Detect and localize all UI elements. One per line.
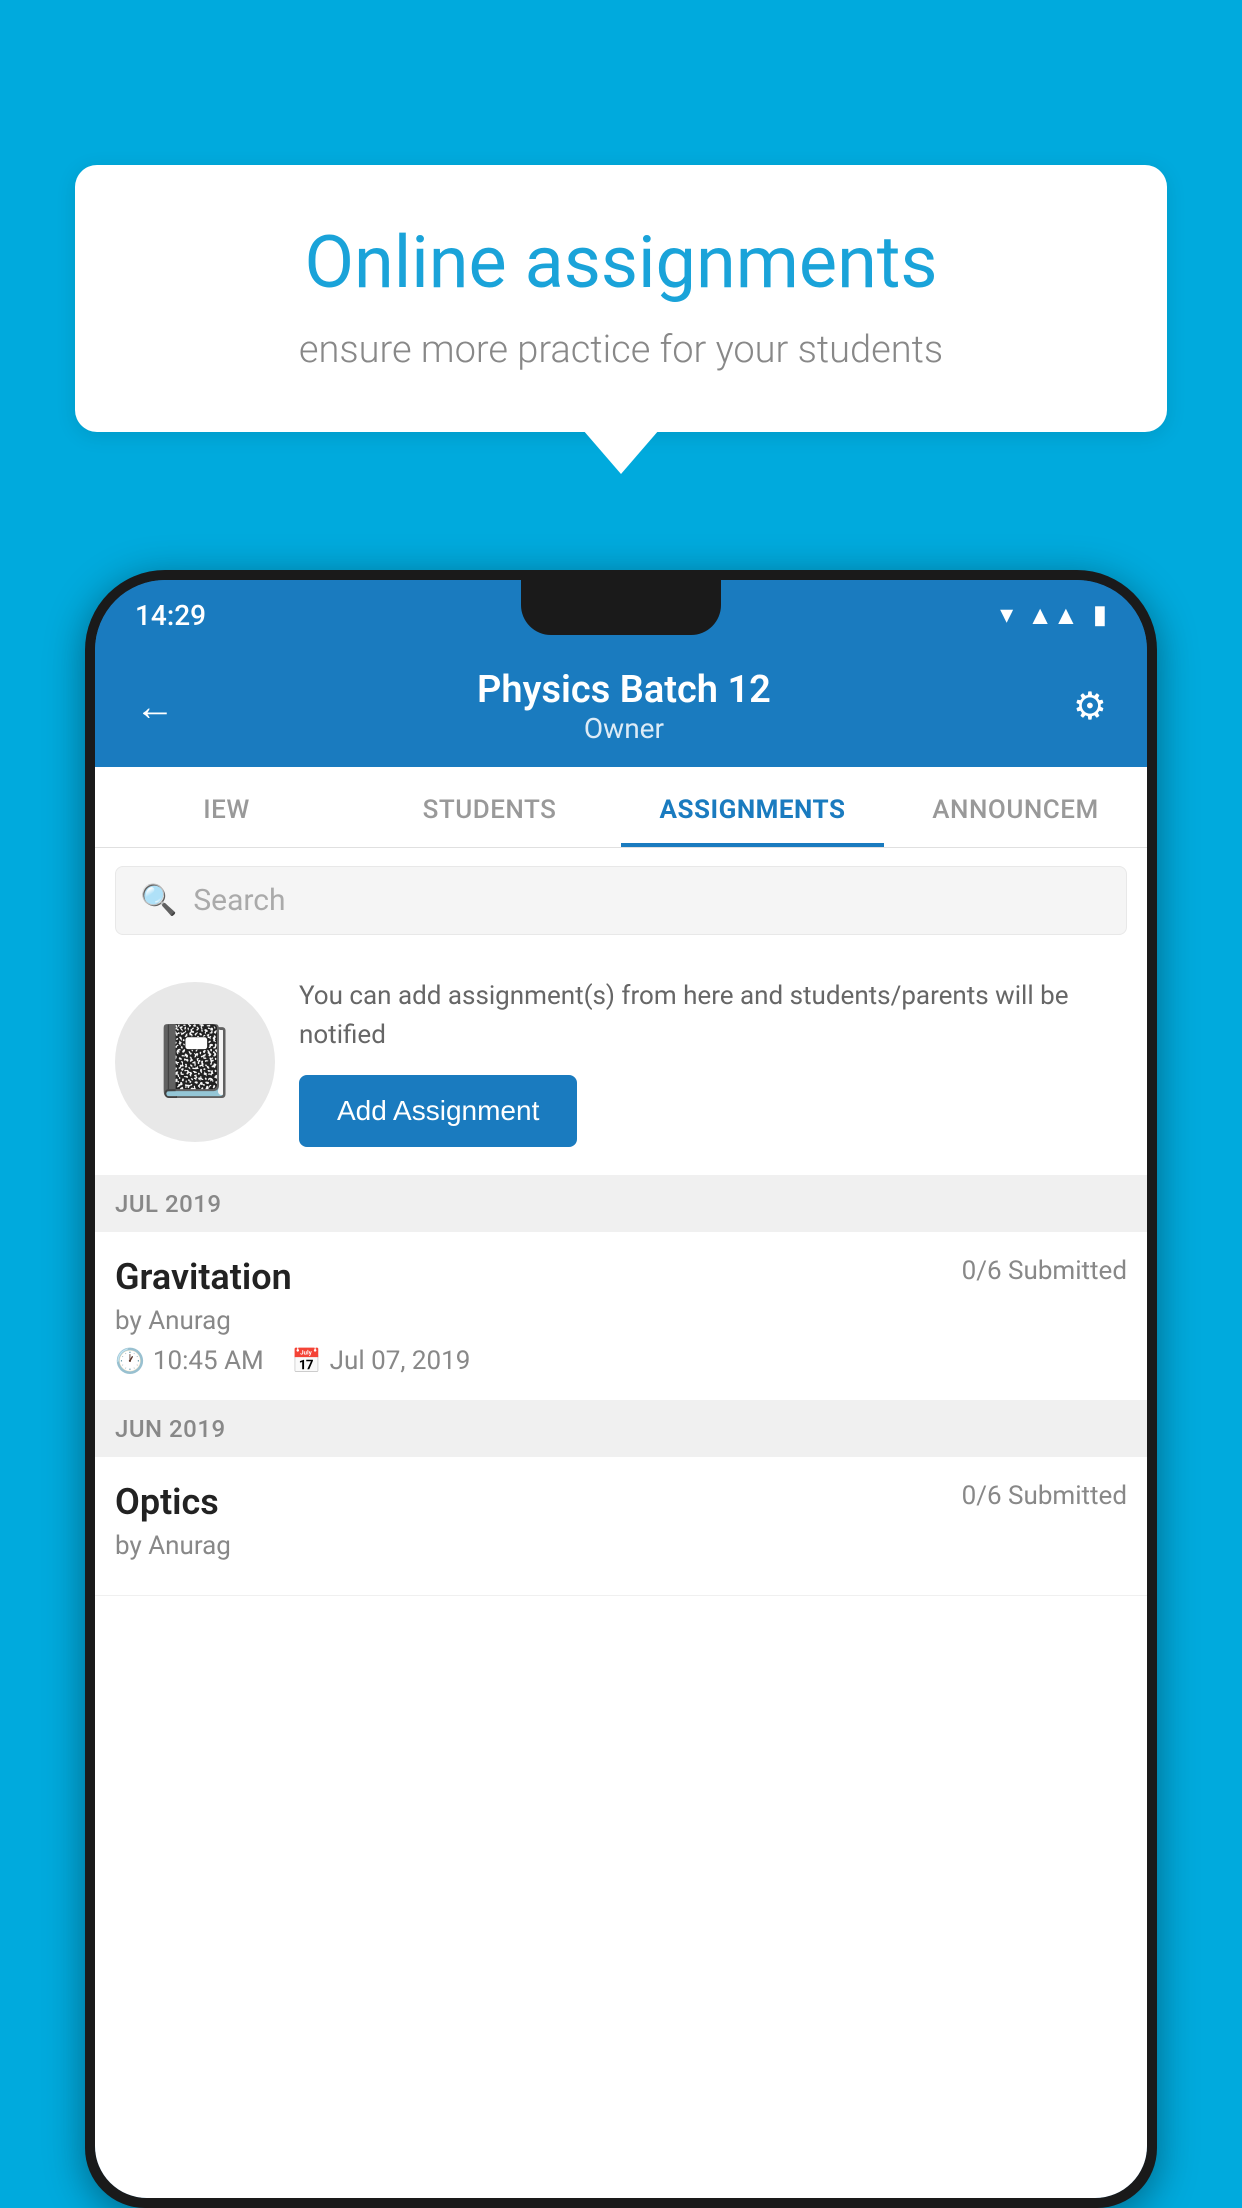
tab-announcements[interactable]: ANNOUNCEM [884,767,1147,847]
meta-time-value: 10:45 AM [153,1346,264,1376]
phone-screen: ← Physics Batch 12 Owner ⚙ IEW STUDENTS … [95,650,1147,2198]
wifi-icon: ▾ [1000,600,1013,630]
assignment-name-gravitation: Gravitation [115,1256,292,1298]
assignment-name-optics: Optics [115,1481,219,1523]
assignment-item-top: Gravitation 0/6 Submitted [115,1256,1127,1298]
header-subtitle: Owner [175,712,1073,745]
meta-time-gravitation: 🕐 10:45 AM [115,1346,264,1376]
assignment-icon-circle: 📓 [115,982,275,1142]
phone-notch [521,580,721,635]
speech-bubble-title: Online assignments [135,220,1107,306]
meta-date-gravitation: 📅 Jul 07, 2019 [292,1346,471,1376]
notebook-icon: 📓 [151,1021,238,1103]
speech-bubble: Online assignments ensure more practice … [75,165,1167,432]
assignment-submitted-optics: 0/6 Submitted [962,1481,1127,1511]
header-title: Physics Batch 12 [175,668,1073,712]
promo-text: You can add assignment(s) from here and … [299,977,1127,1055]
search-icon: 🔍 [140,883,177,918]
search-bar-container: 🔍 Search [95,848,1147,953]
tabs-bar: IEW STUDENTS ASSIGNMENTS ANNOUNCEM [95,767,1147,848]
settings-icon[interactable]: ⚙ [1073,684,1107,729]
phone-inner: 14:29 ▾ ▲▲ ▮ ← Physics Batch 12 Owner ⚙ … [95,580,1147,2198]
header-title-block: Physics Batch 12 Owner [175,668,1073,745]
back-button[interactable]: ← [135,683,175,730]
assignment-item-gravitation[interactable]: Gravitation 0/6 Submitted by Anurag 🕐 10… [95,1232,1147,1401]
assignment-by-gravitation: by Anurag [115,1306,1127,1336]
assignment-by-optics: by Anurag [115,1531,1127,1561]
assignment-item-top-optics: Optics 0/6 Submitted [115,1481,1127,1523]
meta-date-value: Jul 07, 2019 [330,1346,471,1376]
clock-icon: 🕐 [115,1347,145,1375]
battery-icon: ▮ [1093,600,1107,630]
search-bar[interactable]: 🔍 Search [115,866,1127,935]
section-header-jun: JUN 2019 [95,1401,1147,1457]
tab-students[interactable]: STUDENTS [358,767,621,847]
status-time: 14:29 [135,599,206,632]
speech-bubble-subtitle: ensure more practice for your students [135,328,1107,372]
promo-content: You can add assignment(s) from here and … [299,977,1127,1147]
assignment-meta-gravitation: 🕐 10:45 AM 📅 Jul 07, 2019 [115,1346,1127,1376]
phone-frame: 14:29 ▾ ▲▲ ▮ ← Physics Batch 12 Owner ⚙ … [85,570,1157,2208]
assignment-submitted-gravitation: 0/6 Submitted [962,1256,1127,1286]
calendar-icon: 📅 [292,1347,322,1375]
assignment-item-optics[interactable]: Optics 0/6 Submitted by Anurag [95,1457,1147,1596]
add-assignment-promo: 📓 You can add assignment(s) from here an… [95,953,1147,1176]
search-placeholder: Search [193,883,285,918]
section-header-jul: JUL 2019 [95,1176,1147,1232]
signal-icon: ▲▲ [1027,600,1078,631]
add-assignment-button[interactable]: Add Assignment [299,1075,577,1147]
tab-iew[interactable]: IEW [95,767,358,847]
tab-assignments[interactable]: ASSIGNMENTS [621,767,884,847]
app-header: ← Physics Batch 12 Owner ⚙ [95,650,1147,767]
status-icons: ▾ ▲▲ ▮ [1000,600,1107,631]
speech-bubble-container: Online assignments ensure more practice … [75,165,1167,432]
